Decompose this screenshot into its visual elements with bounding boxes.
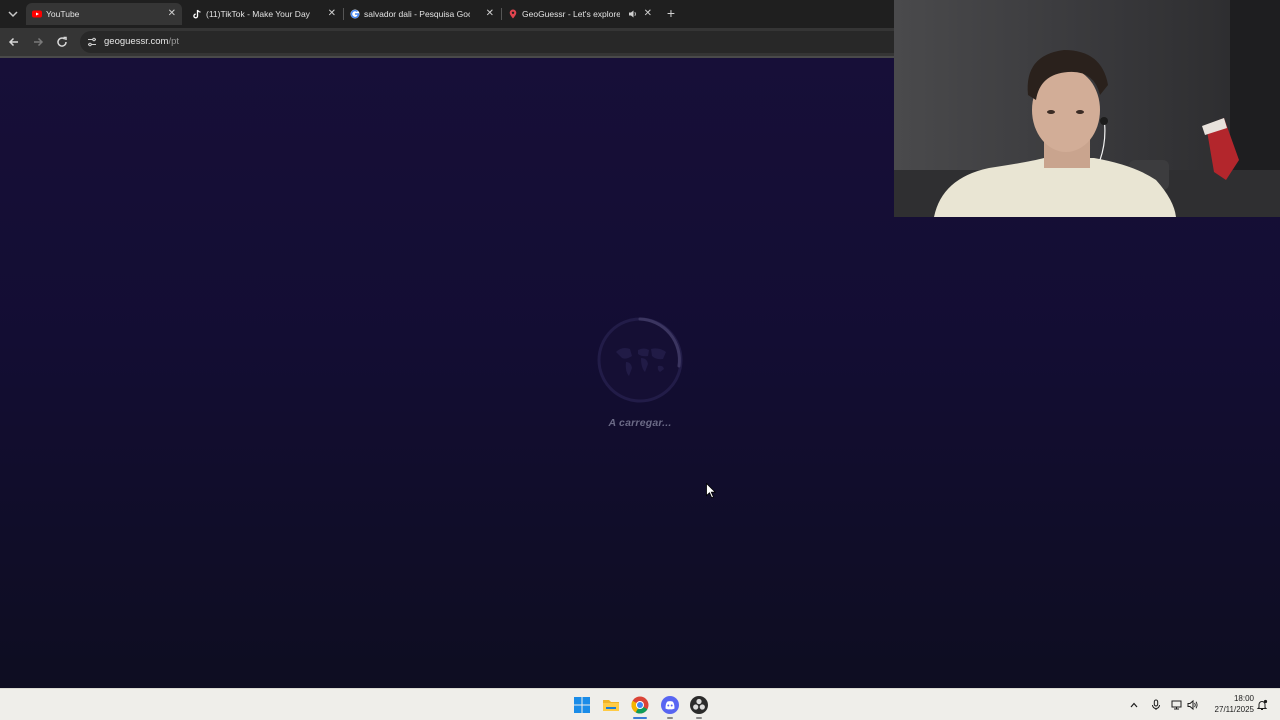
youtube-icon (32, 10, 42, 18)
tab-geoguessr[interactable]: GeoGuessr - Let's explore t ✕ (502, 3, 658, 25)
browser-tab-strip: YouTube ✕ (11)TikTok - Make Your Day ✕ s… (0, 0, 894, 28)
url-text: geoguessr.com/pt (104, 31, 179, 53)
clock-time: 18:00 (1233, 694, 1254, 703)
clock-date: 27/11/2025 (1214, 705, 1254, 714)
site-settings-icon[interactable] (86, 36, 98, 48)
tiktok-icon (193, 9, 201, 19)
discord-running-indicator (667, 717, 673, 719)
url-path: /pt (168, 36, 179, 47)
loading-text: A carregar... (608, 417, 672, 429)
windows-start-icon[interactable] (572, 695, 592, 715)
obs-running-indicator (696, 717, 702, 719)
volume-icon[interactable] (1187, 699, 1199, 711)
google-icon (350, 9, 360, 19)
tab-title: (11)TikTok - Make Your Day (206, 9, 310, 19)
network-icon[interactable] (1171, 699, 1183, 711)
browser-toolbar: geoguessr.com/pt (0, 28, 894, 56)
chevron-up-icon[interactable] (1128, 699, 1140, 711)
tab-close-button[interactable]: ✕ (644, 3, 652, 25)
url-host: geoguessr.com (104, 36, 169, 47)
geoguessr-icon (509, 9, 517, 19)
speaker-icon[interactable] (628, 9, 638, 19)
tab-search-button[interactable] (4, 5, 22, 23)
tab-tiktok[interactable]: (11)TikTok - Make Your Day ✕ (186, 3, 342, 25)
chrome-icon[interactable] (630, 695, 650, 715)
tab-youtube[interactable]: YouTube ✕ (26, 3, 182, 25)
tab-google-search[interactable]: salvador dali - Pesquisa Google ✕ (344, 3, 500, 25)
tab-close-button[interactable]: ✕ (486, 3, 494, 25)
reload-icon[interactable] (54, 34, 70, 50)
tab-title: YouTube (46, 9, 80, 19)
file-explorer-icon[interactable] (601, 695, 621, 715)
chevron-down-icon (8, 11, 18, 18)
webcam-feed-image (894, 0, 1280, 217)
microphone-icon[interactable] (1150, 699, 1162, 711)
tab-close-button[interactable]: ✕ (168, 3, 176, 25)
system-clock[interactable]: 18:00 27/11/2025 (1206, 693, 1254, 715)
discord-icon[interactable] (660, 695, 680, 715)
mouse-cursor-icon (706, 483, 716, 499)
obs-icon[interactable] (689, 695, 709, 715)
notification-bell-icon[interactable] (1256, 699, 1268, 711)
tab-close-button[interactable]: ✕ (328, 3, 336, 25)
screen: YouTube ✕ (11)TikTok - Make Your Day ✕ s… (0, 0, 1280, 720)
address-bar[interactable]: geoguessr.com/pt (80, 31, 894, 53)
webcam-overlay (894, 0, 1280, 217)
windows-taskbar: 18:00 27/11/2025 (0, 688, 1280, 720)
chrome-active-indicator (633, 717, 647, 719)
back-icon[interactable] (6, 34, 22, 50)
tab-title: salvador dali - Pesquisa Google (364, 9, 470, 19)
tab-title: GeoGuessr - Let's explore t (522, 9, 620, 19)
loading-globe-icon (597, 317, 683, 403)
new-tab-button[interactable]: + (662, 5, 680, 23)
forward-icon[interactable] (30, 34, 46, 50)
